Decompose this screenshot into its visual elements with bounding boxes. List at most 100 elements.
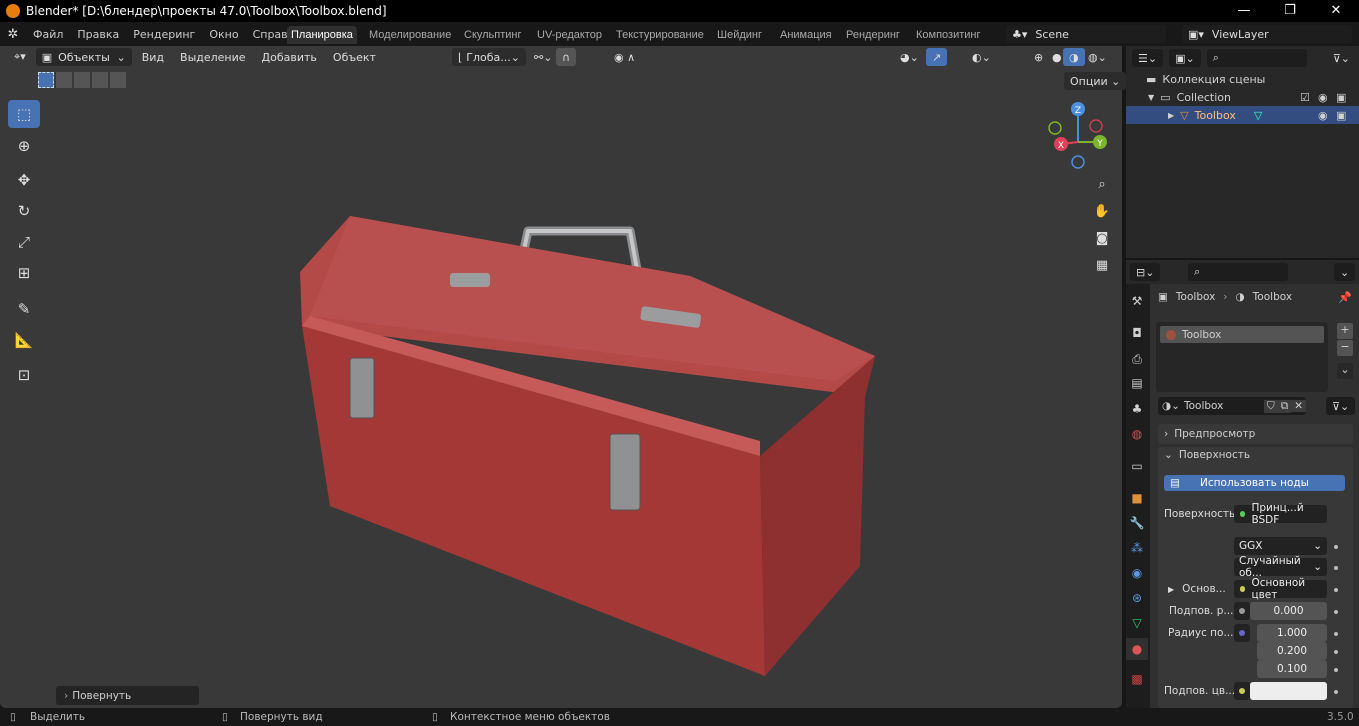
scene-tab-icon[interactable]: ♣ xyxy=(1126,398,1148,420)
tab-compositing[interactable]: Композитинг xyxy=(912,26,985,44)
tab-rendering[interactable]: Рендеринг xyxy=(842,26,904,44)
tab-texture-paint[interactable]: Текстурирование xyxy=(612,26,708,44)
options-dropdown[interactable]: Опции ⌄ xyxy=(1064,72,1127,90)
keyframe-dot-icon[interactable] xyxy=(1334,545,1338,549)
collection-tab-icon[interactable]: ▭ xyxy=(1126,455,1148,477)
menu-view[interactable]: Вид xyxy=(136,48,170,66)
radius-z-field[interactable]: 0.100 xyxy=(1257,660,1327,678)
pan-hand-icon[interactable]: ✋ xyxy=(1090,199,1114,223)
mode-selector[interactable]: ▣ Объекты ⌄ xyxy=(35,48,132,66)
particles-tab-icon[interactable]: ⁂ xyxy=(1126,537,1148,559)
scene-selector[interactable]: ♣▾ Scene xyxy=(1006,25,1166,43)
keyframe-dot-icon[interactable] xyxy=(1334,668,1338,672)
subsurface-color-swatch[interactable] xyxy=(1250,682,1327,700)
texture-tab-icon[interactable]: ▩ xyxy=(1126,668,1148,690)
material-browse-icon[interactable]: ◑⌄ xyxy=(1158,400,1184,412)
outliner-scene-collection[interactable]: ▬ Коллекция сцены xyxy=(1126,70,1359,88)
overlay-icon[interactable]: ◐⌄ xyxy=(966,48,997,66)
menu-file[interactable]: Файл xyxy=(26,28,70,41)
tab-modeling[interactable]: Моделирование xyxy=(365,26,455,44)
display-mode-icon[interactable]: ▣⌄ xyxy=(1169,49,1201,67)
remove-slot-button[interactable]: − xyxy=(1337,340,1353,356)
select-new-icon[interactable] xyxy=(38,72,54,88)
constraints-tab-icon[interactable]: ⊛ xyxy=(1126,587,1148,609)
panel-surface-header[interactable]: ⌄ Поверхность xyxy=(1164,449,1250,461)
keyframe-dot-icon[interactable] xyxy=(1334,610,1338,614)
subsurface-value-field[interactable]: 0.000 xyxy=(1250,602,1327,620)
outliner-collection[interactable]: ▼ ▭ Collection ☑ ◉ ▣ xyxy=(1126,88,1359,106)
add-cube-tool-icon[interactable]: ⊡ xyxy=(8,361,40,389)
checkbox-icon[interactable]: ☑ xyxy=(1300,91,1310,104)
scale-tool-icon[interactable]: ⤢ xyxy=(8,228,40,256)
eye-icon[interactable]: ◉ xyxy=(1318,109,1328,122)
tab-uv-editing[interactable]: UV-редактор xyxy=(533,26,606,44)
transform-tool-icon[interactable]: ⊞ xyxy=(8,259,40,287)
fake-user-icon[interactable]: ⛉ xyxy=(1263,399,1278,413)
outliner-search-input[interactable]: ⌕ xyxy=(1206,49,1307,67)
gizmo-icon[interactable]: ↗ xyxy=(926,48,948,66)
move-tool-icon[interactable]: ✥ xyxy=(8,166,40,194)
minimize-button[interactable]: — xyxy=(1221,0,1267,22)
last-operator-panel[interactable]: › Повернуть xyxy=(56,686,199,705)
filter-icon[interactable]: ⊽⌄ xyxy=(1327,49,1356,67)
transform-orientation[interactable]: ⌊ Глоба... ⌄ xyxy=(452,48,526,66)
select-box-tool-icon[interactable]: ⬚ xyxy=(8,100,40,128)
unlink-icon[interactable]: ✕ xyxy=(1291,400,1306,412)
subsurface-color-socket[interactable] xyxy=(1234,682,1250,700)
camera-render-icon[interactable]: ▣ xyxy=(1336,91,1346,104)
select-subtract-icon[interactable] xyxy=(74,72,90,88)
material-slot-item[interactable]: Toolbox xyxy=(1160,326,1324,343)
perspective-grid-icon[interactable]: ▦ xyxy=(1090,253,1114,277)
object-tab-icon[interactable]: ■ xyxy=(1126,487,1148,509)
select-intersect-icon[interactable] xyxy=(110,72,126,88)
material-name-field[interactable]: Toolbox xyxy=(1184,400,1223,412)
surface-shader-field[interactable]: Принц...й BSDF xyxy=(1234,502,1327,526)
subsurface-method-dropdown[interactable]: Случайный об... ⌄ xyxy=(1234,555,1327,579)
outliner-editor-type-icon[interactable]: ☰⌄ xyxy=(1132,49,1164,67)
menu-select[interactable]: Выделение xyxy=(174,48,252,66)
material-datablock[interactable]: ◑⌄ Toolbox ⛉ ⧉ ✕ xyxy=(1158,397,1306,415)
select-invert-icon[interactable] xyxy=(92,72,108,88)
properties-options-icon[interactable]: ⌄ xyxy=(1334,263,1356,281)
view-layer-tab-icon[interactable]: ▤ xyxy=(1126,372,1148,394)
radius-socket[interactable] xyxy=(1234,624,1250,642)
maximize-button[interactable]: ❐ xyxy=(1267,0,1313,22)
distribution-dropdown[interactable]: GGX ⌄ xyxy=(1234,537,1327,555)
view-layer-selector[interactable]: ▣▾ ViewLayer xyxy=(1182,25,1352,43)
zoom-icon[interactable]: ⌕ xyxy=(1090,172,1114,196)
eye-icon[interactable]: ◉ xyxy=(1318,91,1328,104)
keyframe-dot-icon[interactable] xyxy=(1334,632,1338,636)
base-color-row[interactable]: ▶ Основ... xyxy=(1168,583,1226,595)
shading-rendered-icon[interactable]: ◍⌄ xyxy=(1082,48,1113,66)
properties-search-input[interactable]: ⌕ xyxy=(1188,263,1288,281)
keyframe-dot-icon[interactable] xyxy=(1334,690,1338,694)
blender-menu-icon[interactable]: ✲ xyxy=(0,27,26,42)
link-type-icon[interactable]: ⊽⌄ xyxy=(1326,397,1356,415)
camera-icon[interactable]: ◙ xyxy=(1090,226,1114,250)
navigation-gizmo[interactable]: Z Y X xyxy=(1040,100,1120,176)
tab-sculpting[interactable]: Скульптинг xyxy=(460,26,526,44)
visibility-icon[interactable]: ◕⌄ xyxy=(894,48,925,66)
tab-layout[interactable]: Планировка xyxy=(287,26,357,44)
slot-specials-button[interactable]: ⌄ xyxy=(1337,363,1353,379)
properties-editor-type-icon[interactable]: ⊟⌄ xyxy=(1130,263,1161,281)
close-button[interactable]: ✕ xyxy=(1313,0,1359,22)
keyframe-dot-icon[interactable] xyxy=(1334,566,1338,570)
modifier-tab-icon[interactable]: 🔧 xyxy=(1126,512,1148,534)
tab-animation[interactable]: Анимация xyxy=(776,26,836,44)
keyframe-dot-icon[interactable] xyxy=(1334,588,1338,592)
snap-icon[interactable]: ∩ xyxy=(556,48,577,66)
radius-y-field[interactable]: 0.200 xyxy=(1257,642,1327,660)
pivot-icon[interactable]: ⚯⌄ xyxy=(528,48,558,66)
add-slot-button[interactable]: + xyxy=(1337,323,1353,339)
3d-viewport[interactable]: ⌖▾ ▣ Объекты ⌄ Вид Выделение Добавить Объе… xyxy=(0,46,1127,708)
world-tab-icon[interactable]: ◍ xyxy=(1126,423,1148,445)
use-nodes-button[interactable]: ▤ Использовать ноды xyxy=(1164,475,1345,491)
measure-tool-icon[interactable]: 📐 xyxy=(8,326,40,354)
select-extend-icon[interactable] xyxy=(56,72,72,88)
radius-x-field[interactable]: 1.000 xyxy=(1257,624,1327,642)
output-tab-icon[interactable]: ⎙ xyxy=(1126,348,1148,370)
menu-window[interactable]: Окно xyxy=(202,28,245,41)
material-tab-icon[interactable]: ● xyxy=(1126,638,1148,660)
keyframe-dot-icon[interactable] xyxy=(1334,650,1338,654)
